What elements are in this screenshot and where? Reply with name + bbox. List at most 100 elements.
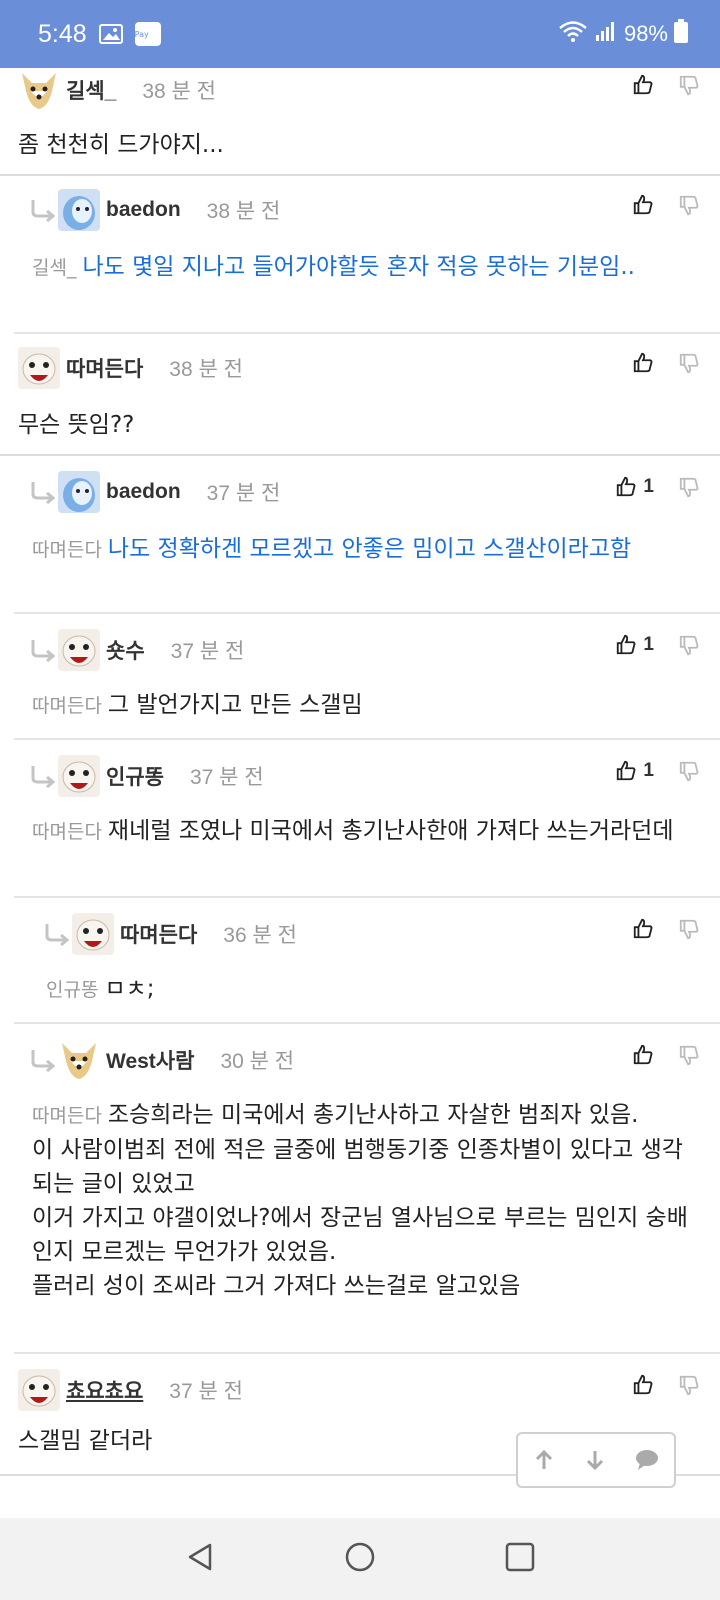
arrow-up-icon[interactable] — [533, 1449, 555, 1471]
downvote-button[interactable] — [678, 634, 700, 656]
comment-content: 나도 정확하겐 모르겠고 안좋은 밈이고 스갤산이라고함 — [107, 536, 632, 562]
downvote-button[interactable] — [678, 918, 700, 940]
comment-nickname[interactable]: 길섹_ — [66, 75, 116, 105]
upvote-button[interactable] — [632, 1044, 654, 1066]
downvote-button[interactable] — [678, 760, 700, 782]
gallery-icon — [98, 23, 123, 45]
comment-time: 38 분 전 — [169, 358, 243, 381]
comment-content: 무슨 뜻임?? — [18, 412, 135, 438]
comment-item: 따며든다 38 분 전 무슨 뜻임?? — [0, 336, 720, 456]
comment-text: 길섹_ 나도 몇일 지나고 들어가야할듯 혼자 적응 못하는 기분임.. — [32, 250, 692, 285]
home-icon[interactable] — [344, 1541, 376, 1577]
status-right: 98% — [558, 19, 688, 49]
downvote-button[interactable] — [678, 476, 700, 498]
comment-content: 나도 몇일 지나고 들어가야할듯 혼자 적응 못하는 기분임.. — [82, 254, 635, 280]
comment-content: 스갤밈 같더라 — [18, 1428, 153, 1454]
comment-time: 37 분 전 — [206, 482, 281, 505]
comment-text: 좀 천천히 드가야지... — [18, 128, 698, 162]
comment-item: 인규똥 37 분 전 1 따며든다 재네럴 조였나 미국에서 총기난사한애 가져다… — [14, 742, 720, 898]
dog-icon[interactable] — [58, 1039, 100, 1081]
reply-arrow-icon — [44, 922, 70, 947]
red-face-icon[interactable] — [58, 755, 100, 797]
comment-text: 스갤밈 같더라 — [18, 1424, 498, 1458]
comment-mention[interactable]: 따며든다 — [32, 821, 102, 843]
comment-nickname[interactable]: 따며든다 — [66, 353, 143, 383]
comment-text: 따며든다 그 발언가지고 만든 스갤밈 — [32, 688, 702, 723]
comment-content: ㅁㅊ; — [104, 976, 155, 1002]
comment-nickname[interactable]: baedon — [106, 198, 181, 222]
upvote-button[interactable] — [632, 1374, 654, 1396]
upvote-button[interactable] — [632, 74, 654, 96]
reply-arrow-icon — [30, 764, 56, 789]
comment-item: baedon 38 분 전 길섹_ 나도 몇일 지나고 들어가야할듯 혼자 적응 … — [14, 178, 720, 334]
battery-percent: 98% — [623, 21, 668, 46]
comment-nickname[interactable]: baedon — [106, 480, 181, 504]
pay-icon: Pay — [134, 22, 161, 46]
comment-text: 인규똥 ㅁㅊ; — [46, 972, 696, 1007]
comment-nickname[interactable]: 숏수 — [106, 635, 145, 665]
upvote-button[interactable] — [632, 194, 654, 216]
comment-line: 플러리 성이 조씨라 그거 가져다 쓰는걸로 알고있음 — [32, 1273, 521, 1299]
pay-badge-label: Pay — [134, 30, 149, 39]
comment-time: 38 분 전 — [142, 80, 216, 103]
comment-text: 무슨 뜻임?? — [18, 408, 698, 442]
comment-content: 조승희라는 미국에서 총기난사하고 자살한 범죄자 있음. — [107, 1102, 639, 1128]
downvote-button[interactable] — [678, 1044, 700, 1066]
comment-nickname[interactable]: West사람 — [106, 1045, 194, 1075]
comment-content: 재네럴 조였나 미국에서 총기난사한애 가져다 쓰는거라던데 — [107, 818, 674, 844]
comment-mention[interactable]: 인규똥 — [46, 979, 98, 1001]
comment-mention[interactable]: 따며든다 — [32, 695, 102, 717]
blue-face-icon[interactable] — [58, 471, 100, 513]
downvote-button[interactable] — [678, 352, 700, 374]
floating-navigation — [516, 1432, 676, 1488]
comment-nickname[interactable]: 따며든다 — [120, 919, 197, 949]
comment-item: 따며든다 36 분 전 인규똥 ㅁㅊ; — [14, 900, 720, 1024]
red-face-icon[interactable] — [18, 1369, 60, 1411]
blue-face-icon[interactable] — [58, 189, 100, 231]
reply-arrow-icon — [30, 198, 56, 223]
signal-icon — [594, 19, 618, 49]
comment-mention[interactable]: 따며든다 — [32, 539, 102, 561]
comment-mention[interactable]: 길섹_ — [32, 257, 76, 279]
downvote-button[interactable] — [678, 74, 700, 96]
recents-icon[interactable] — [504, 1541, 536, 1577]
system-navigation-bar — [0, 1518, 720, 1600]
upvote-button[interactable]: 1 — [615, 760, 654, 782]
comment-line: 이 사람이범죄 전에 적은 글중에 범행동기중 인종차별이 있다고 생각되는 글… — [32, 1137, 683, 1197]
comment-mention[interactable]: 따며든다 — [32, 1105, 102, 1127]
comment-time: 37 분 전 — [169, 1380, 243, 1403]
upvote-button[interactable]: 1 — [615, 634, 654, 656]
comment-text: 따며든다 조승희라는 미국에서 총기난사하고 자살한 범죄자 있음. 이 사람이범… — [32, 1098, 704, 1303]
comment-time: 30 분 전 — [220, 1050, 295, 1073]
upvote-button[interactable] — [632, 352, 654, 374]
battery-icon — [674, 19, 688, 49]
back-icon[interactable] — [184, 1541, 216, 1577]
comment-list: 길섹_ 38 분 전 좀 천천히 드가야지... baedon 38 분 전 길… — [0, 68, 720, 1518]
upvote-button[interactable]: 1 — [615, 476, 654, 498]
red-face-icon[interactable] — [58, 629, 100, 671]
red-face-icon[interactable] — [72, 913, 114, 955]
comment-time: 38 분 전 — [206, 200, 281, 223]
arrow-down-icon[interactable] — [584, 1449, 606, 1471]
wifi-icon — [558, 19, 588, 49]
comment-nickname[interactable]: 쵸요쵸요 — [66, 1375, 143, 1405]
comment-item: West사람 30 분 전 따며든다 조승희라는 미국에서 총기난사하고 자살한 … — [14, 1026, 720, 1354]
upvote-count: 1 — [643, 476, 654, 497]
comment-time: 36 분 전 — [223, 924, 297, 947]
dog-icon[interactable] — [18, 69, 60, 111]
comment-text: 따며든다 재네럴 조였나 미국에서 총기난사한애 가져다 쓰는거라던데 — [32, 814, 702, 849]
comment-nickname[interactable]: 인규똥 — [106, 761, 164, 791]
upvote-count: 1 — [643, 760, 654, 781]
upvote-count: 1 — [643, 634, 654, 655]
status-bar: 5:48 Pay 98% — [0, 0, 720, 68]
downvote-button[interactable] — [678, 194, 700, 216]
reply-arrow-icon — [30, 480, 56, 505]
comment-text: 따며든다 나도 정확하겐 모르겠고 안좋은 밈이고 스갤산이라고함 — [32, 532, 702, 567]
downvote-button[interactable] — [678, 1374, 700, 1396]
upvote-button[interactable] — [632, 918, 654, 940]
comment-item: baedon 37 분 전 1 따며든다 나도 정확하겐 모르겠고 안좋은 밈이고… — [14, 458, 720, 614]
red-face-icon[interactable] — [18, 347, 60, 389]
comment-time: 37 분 전 — [189, 766, 264, 789]
comment-icon[interactable] — [635, 1449, 659, 1471]
comment-time: 37 분 전 — [170, 640, 245, 663]
